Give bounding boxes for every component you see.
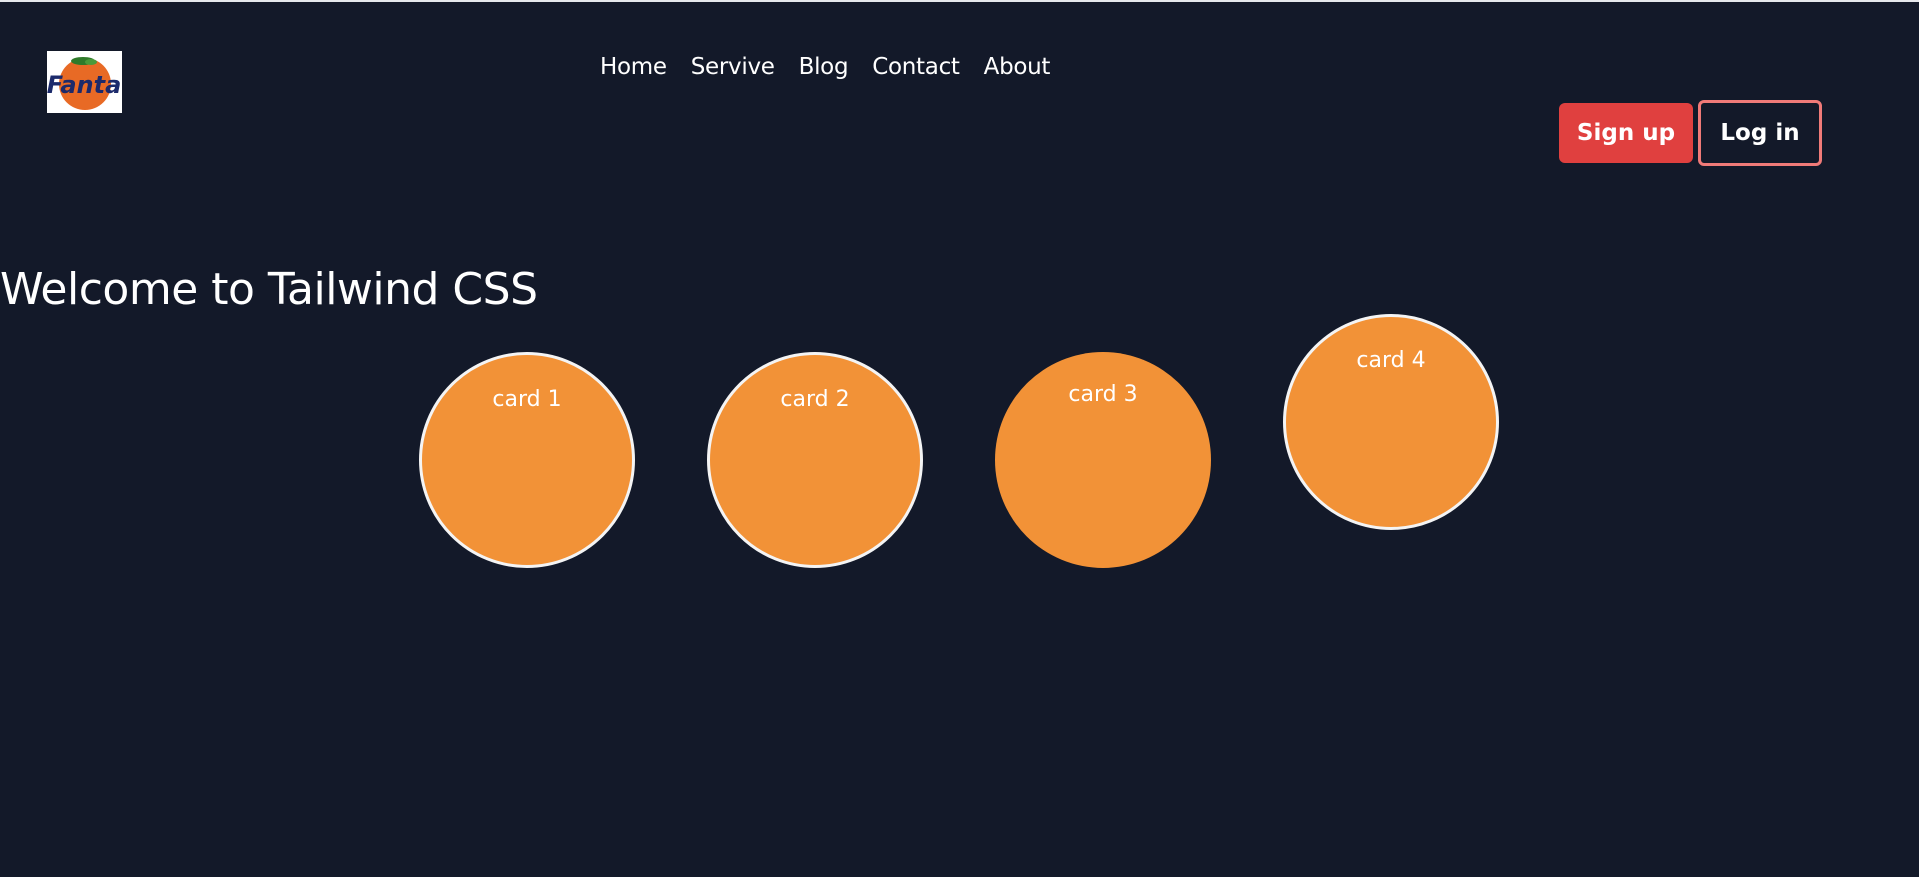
card-1[interactable]: card 1 (419, 352, 635, 568)
card-label: card 2 (780, 387, 850, 412)
page: Fanta Home Servive Blog Contact About Si… (0, 0, 1919, 877)
nav-blog[interactable]: Blog (799, 54, 849, 80)
fanta-logo-icon: Fanta (47, 57, 121, 110)
card-3[interactable]: card 3 (995, 352, 1211, 568)
login-button[interactable]: Log in (1698, 100, 1822, 166)
nav-about[interactable]: About (984, 54, 1051, 80)
page-title: Welcome to Tailwind CSS (0, 264, 538, 315)
card-label: card 4 (1356, 348, 1426, 373)
brand-logo[interactable]: Fanta (47, 51, 122, 113)
nav-servive[interactable]: Servive (691, 54, 775, 80)
nav-home[interactable]: Home (600, 54, 667, 80)
card-label: card 1 (492, 387, 562, 412)
main-nav: Home Servive Blog Contact About (600, 54, 1050, 80)
card-4[interactable]: card 4 (1283, 314, 1499, 530)
svg-text:Fanta: Fanta (47, 71, 121, 99)
signup-button[interactable]: Sign up (1559, 103, 1693, 163)
card-label: card 3 (1068, 382, 1138, 407)
nav-contact[interactable]: Contact (872, 54, 960, 80)
card-2[interactable]: card 2 (707, 352, 923, 568)
